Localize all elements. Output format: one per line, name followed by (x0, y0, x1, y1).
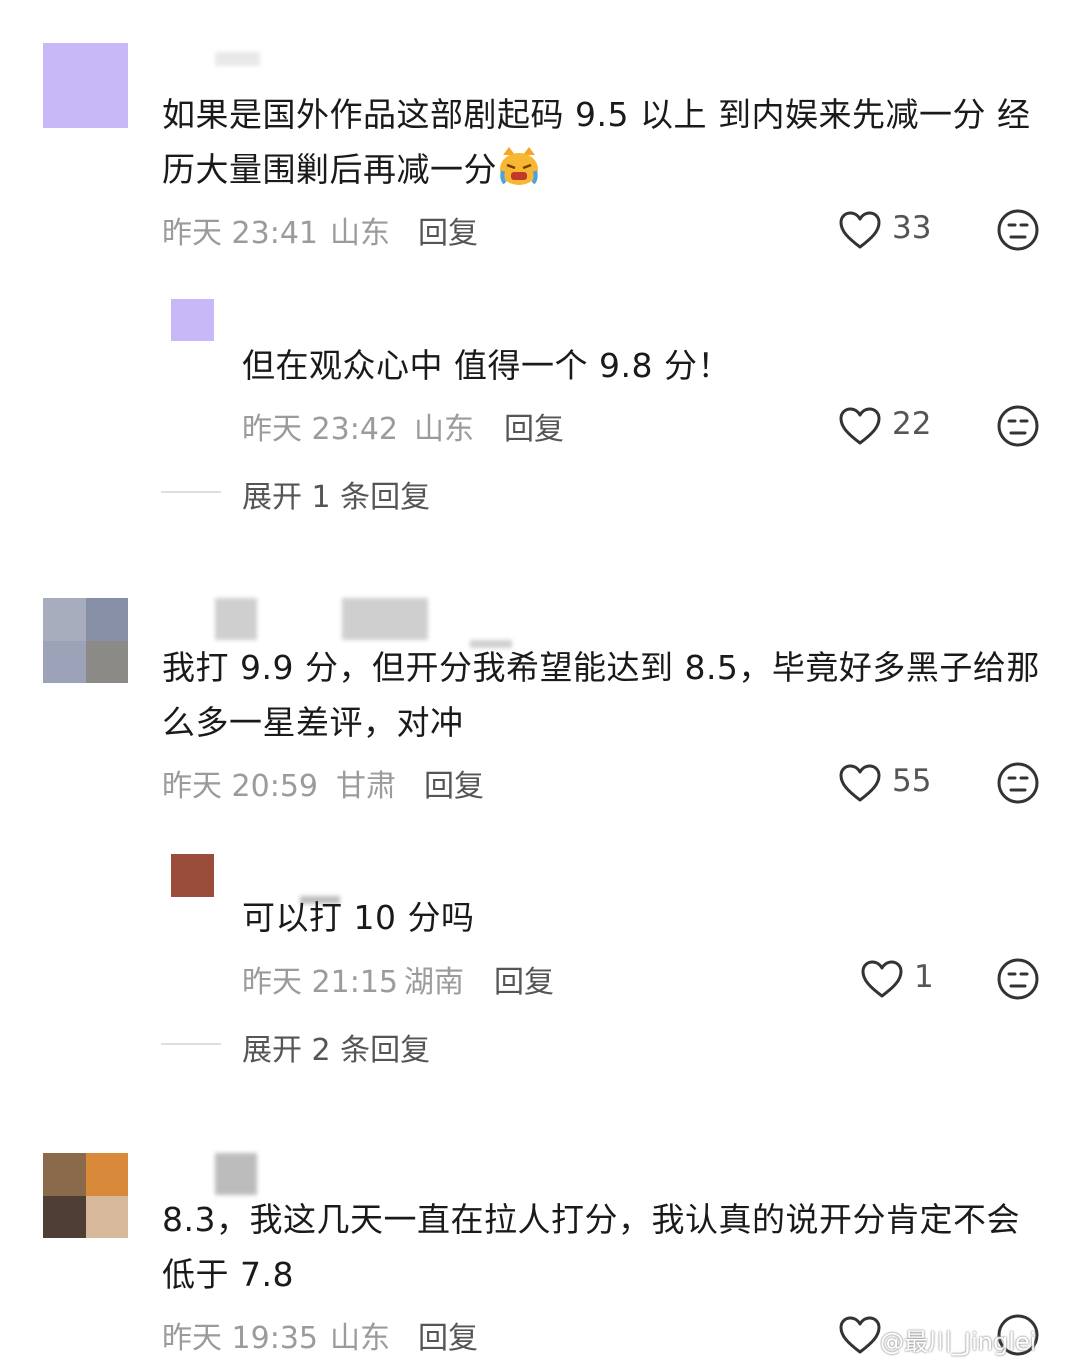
watermark-text: @最川_Jinglei (880, 1328, 1037, 1356)
heart-icon[interactable] (838, 406, 882, 446)
avatar-quadrant (86, 598, 128, 641)
reply-location: 山东 (414, 412, 474, 447)
like-count: 55 (892, 763, 932, 799)
comment-text: 如果是国外作品这部剧起码 9.5 以上 到内娱来先减一分 经历大量围剿后再减一分 (162, 87, 1052, 197)
expand-divider (161, 491, 221, 493)
avatar-quadrant (43, 598, 86, 641)
avatar-fill (43, 43, 128, 128)
like-count: 1 (914, 959, 934, 995)
reply-text: 但在观众心中 值得一个 9.8 分！ (242, 346, 731, 385)
reply-avatar[interactable] (171, 854, 214, 897)
like-count: 33 (892, 210, 932, 246)
avatar-quadrant (43, 641, 86, 683)
dislike-face-icon[interactable] (996, 957, 1040, 1001)
avatar[interactable] (43, 598, 128, 683)
expand-divider (161, 1043, 221, 1045)
comment-time: 昨天 19:35 (162, 1321, 318, 1356)
comment-text: 我打 9.9 分，但开分我希望能达到 8.5，毕竟好多黑子给那么多一星差评，对冲 (162, 648, 1040, 742)
avatar-fill (171, 854, 214, 897)
comment-text: 8.3，我这几天一直在拉人打分，我认真的说开分肯定不会低于 7.8 (162, 1200, 1020, 1294)
comment-time: 昨天 23:41 (162, 216, 318, 251)
avatar[interactable] (43, 43, 128, 128)
dislike-face-icon[interactable] (996, 761, 1040, 805)
avatar-quadrant (43, 1196, 86, 1238)
avatar-quadrant (86, 1196, 128, 1238)
username-redacted (215, 52, 260, 66)
expand-replies-button[interactable]: 展开 2 条回复 (242, 1025, 430, 1069)
heart-icon[interactable] (838, 1315, 882, 1355)
username-redacted (215, 1153, 257, 1195)
avatar-quadrant (86, 1153, 128, 1196)
expand-replies-button[interactable]: 展开 1 条回复 (242, 472, 430, 516)
reply-button[interactable]: 回复 (424, 761, 484, 805)
crying-cat-emoji (500, 147, 538, 185)
comment-text-body: 如果是国外作品这部剧起码 9.5 以上 到内娱来先减一分 经历大量围剿后再减一分 (162, 95, 1031, 189)
like-count: 22 (892, 406, 932, 442)
reply-time: 昨天 21:15 (242, 965, 398, 1000)
reply-location: 湖南 (404, 965, 464, 1000)
heart-icon[interactable] (838, 763, 882, 803)
comment-location: 山东 (330, 1321, 390, 1356)
dislike-face-icon[interactable] (996, 404, 1040, 448)
avatar-quadrant (43, 1153, 86, 1196)
avatar[interactable] (43, 1153, 128, 1238)
avatar-quadrant (86, 641, 128, 683)
watermark: @最川_Jinglei (880, 1322, 1070, 1362)
reply-button[interactable]: 回复 (418, 1313, 478, 1357)
heart-icon[interactable] (838, 210, 882, 250)
comment-time: 昨天 20:59 (162, 769, 318, 804)
reply-button[interactable]: 回复 (418, 208, 478, 252)
reply-button[interactable]: 回复 (494, 957, 554, 1001)
username-redacted (342, 598, 428, 640)
dislike-face-icon[interactable] (996, 208, 1040, 252)
comment-location: 山东 (330, 216, 390, 251)
heart-icon[interactable] (860, 959, 904, 999)
reply-avatar[interactable] (171, 299, 214, 341)
comment-location: 甘肃 (336, 769, 396, 804)
reply-time: 昨天 23:42 (242, 412, 398, 447)
avatar-fill (171, 299, 214, 341)
reply-text: 可以打 10 分吗 (242, 898, 475, 937)
username-redacted (215, 598, 257, 640)
reply-button[interactable]: 回复 (504, 404, 564, 448)
